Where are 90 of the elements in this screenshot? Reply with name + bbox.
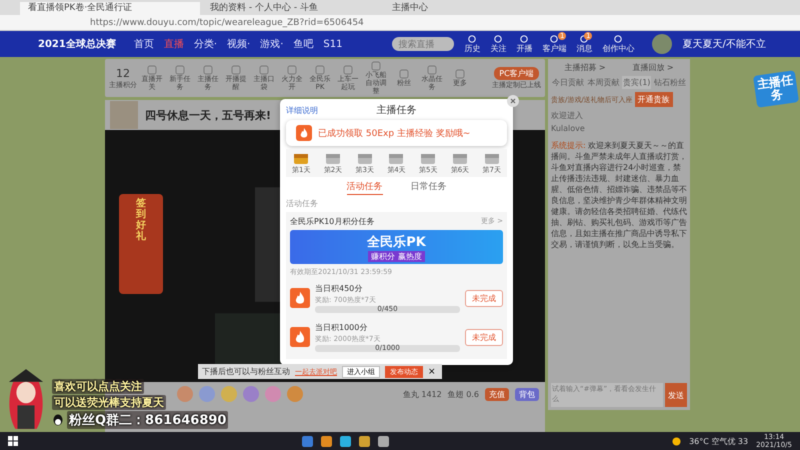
browser-tab[interactable]: 我的资料 - 个人中心 - 斗鱼: [202, 2, 382, 15]
nav-link[interactable]: 鱼吧: [293, 37, 314, 51]
banner-title: 全民乐PK: [367, 234, 426, 250]
overlay-text: 喜欢可以点点关注: [52, 379, 144, 394]
overlay-text: 粉丝Q群二：861646890: [67, 411, 228, 429]
send-button[interactable]: 发送: [665, 383, 687, 407]
avatar: [109, 101, 139, 129]
panel-link[interactable]: 直播回放 >: [632, 62, 674, 73]
avatar[interactable]: [652, 34, 672, 54]
welcome-text: 欢迎进入: [551, 110, 584, 121]
search-field[interactable]: 搜索直播: [392, 37, 454, 51]
browser-tab[interactable]: 看直播领PK卷·全民通行证: [20, 2, 200, 15]
square-icon: [343, 65, 353, 75]
sun-icon: [672, 436, 682, 446]
status-button[interactable]: 未完成: [465, 328, 503, 346]
score-value: 12: [116, 66, 130, 80]
square-icon: [147, 65, 157, 75]
square-icon: [203, 65, 213, 75]
circle-icon: [468, 34, 476, 42]
header-action[interactable]: 关注: [490, 34, 506, 54]
weather-text: 36°C 空气优 33: [689, 436, 748, 446]
close-button[interactable]: ×: [428, 366, 436, 376]
task-title: 当日积1000分: [315, 322, 368, 333]
task-tab[interactable]: 日常任务: [410, 180, 446, 195]
system-message: 系统提示: 欢迎来到夏天夏天～～的直播间。斗鱼严禁未成年人直播或打赏，斗鱼对直播内容进行24小时巡查，禁止传播违法违规、封建迷信、暴力血腥、低俗色情、招嫖诈骗、违禁品等不良信息，坚决维护青少年群体精神文明健康。请勿轻信各类招聘征婚、代练代抽、刷钻、购买礼包码、游戏币等广告信息，且如主播在推广商品中诱导私下交易，请谨慎判断，以免上当受骗。: [551, 140, 687, 250]
flame-icon: [296, 125, 312, 141]
status-button[interactable]: 未完成: [465, 290, 503, 306]
panel-link[interactable]: 主播招募 >: [564, 62, 606, 73]
rank-tab[interactable]: 钻石粉丝: [652, 76, 687, 89]
overlay-text: 可以送荧光棒支持夏天: [52, 395, 166, 410]
toast-message: 已成功领取 50Exp 主播经验 奖励哦~: [286, 120, 507, 146]
rank-tab[interactable]: 今日贡献: [551, 76, 585, 89]
app-icon[interactable]: [340, 436, 351, 446]
dialog-title: 主播任务: [376, 104, 416, 117]
balance-text: 鱼丸 1412: [402, 388, 442, 400]
event-banner[interactable]: 全民乐PK 赚积分 赢热度: [290, 230, 503, 264]
header-action[interactable]: 创作中心: [602, 34, 634, 54]
nav-link[interactable]: S11: [323, 38, 342, 50]
nav-link[interactable]: 视频·: [227, 37, 250, 51]
rank-tab[interactable]: 贵宾(1): [622, 76, 652, 89]
header-action[interactable]: 开播: [516, 34, 532, 54]
section-label: 活动任务: [286, 198, 319, 209]
username[interactable]: 夏天夏天/不能不立: [682, 37, 766, 51]
nav-link[interactable]: 直播: [164, 37, 184, 51]
circle-icon: [614, 34, 622, 42]
task-title: 当日积450分: [315, 283, 364, 294]
nav-link[interactable]: 分类·: [194, 37, 218, 51]
balance-text: 鱼翅 0.6: [448, 388, 479, 400]
member-name: Kulalove: [551, 124, 586, 133]
circle-icon: [520, 34, 528, 42]
promo-banner[interactable]: 签到好礼: [119, 194, 163, 294]
help-link[interactable]: 详细说明: [286, 104, 318, 116]
square-icon: [231, 65, 241, 75]
room-title: 四号休息一天，五号再来!: [145, 108, 272, 122]
client-button[interactable]: PC客户端: [494, 66, 539, 80]
task-tab[interactable]: 活动任务: [346, 180, 382, 195]
site-logo[interactable]: 2021全球总决赛: [38, 37, 116, 51]
square-icon: [371, 61, 381, 71]
promo-title: 签到好礼: [136, 196, 146, 244]
wallet-button[interactable]: 充值: [485, 388, 509, 400]
app-icon[interactable]: [320, 436, 332, 446]
app-icon[interactable]: [378, 436, 389, 446]
nav-link[interactable]: 首页: [134, 37, 154, 51]
notice-text: 下播后也可以与粉丝互动: [202, 366, 290, 377]
circle-icon: [580, 34, 588, 42]
windows-icon[interactable]: [8, 436, 18, 446]
penguin-icon: [52, 414, 64, 426]
app-icon[interactable]: [302, 436, 313, 446]
app-icon[interactable]: [358, 436, 370, 446]
square-icon: [287, 65, 297, 75]
circle-icon: [494, 34, 502, 42]
square-icon: [259, 65, 269, 75]
open-button[interactable]: 开通贵族: [634, 92, 673, 107]
card-title: 全民乐PK10月积分任务: [290, 216, 374, 227]
circle-icon: [550, 34, 558, 42]
rank-tab[interactable]: 本周贡献: [586, 76, 621, 89]
header-action[interactable]: 历史: [464, 34, 480, 54]
wallet-button[interactable]: 背包: [515, 388, 539, 400]
square-icon: [427, 65, 437, 75]
banner-subtitle: 赚积分 赢热度: [368, 250, 425, 262]
flame-icon: [290, 288, 310, 308]
browser-tab[interactable]: 主播中心: [384, 2, 564, 15]
square-icon: [315, 65, 325, 75]
square-icon: [175, 65, 185, 75]
square-icon: [455, 69, 465, 79]
task-badge[interactable]: 主播任务: [752, 70, 800, 108]
close-icon[interactable]: [507, 95, 519, 107]
nav-link[interactable]: 游戏·: [260, 37, 284, 51]
flame-icon: [290, 327, 310, 347]
square-icon: [399, 69, 409, 79]
